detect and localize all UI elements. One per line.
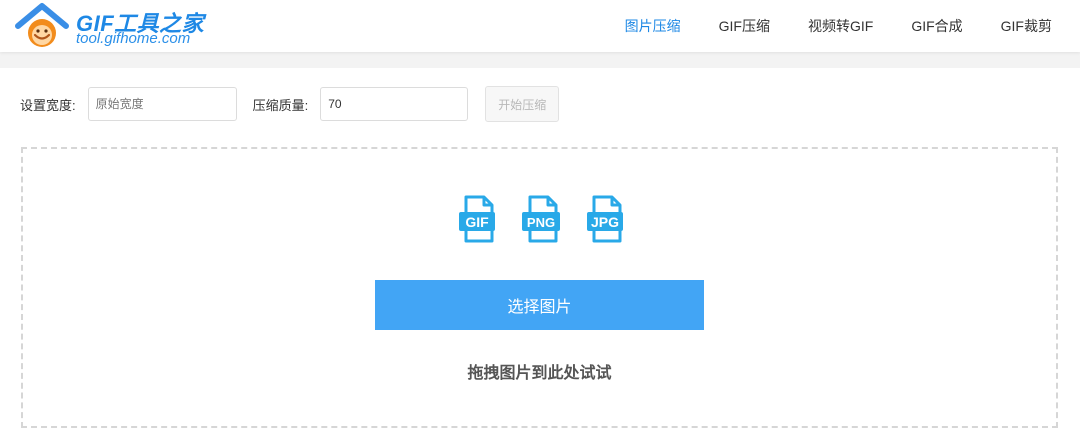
main-nav: 图片压缩 GIF压缩 视频转GIF GIF合成 GIF裁剪 [587,0,1052,52]
house-logo-icon [15,3,69,47]
upload-dropzone[interactable]: GIF PNG JPG 选择图片 拖拽图片到此处试试 [21,147,1058,428]
width-input[interactable] [87,87,237,121]
jpg-file-icon: JPG [587,195,623,243]
site-logo[interactable]: GIF工具之家 tool.gifhome.com [14,2,214,50]
nav-item-gif-compress[interactable]: GIF压缩 [719,16,770,36]
choose-image-button[interactable]: 选择图片 [375,280,704,330]
compress-settings: 设置宽度: 压缩质量: 开始压缩 [20,86,560,122]
quality-input[interactable] [320,87,469,121]
nav-item-gif-crop[interactable]: GIF裁剪 [1001,16,1052,36]
quality-label: 压缩质量: [252,97,309,113]
gif-file-icon: GIF [459,195,495,243]
main-panel: 设置宽度: 压缩质量: 开始压缩 GIF PNG JPG [0,68,1080,444]
png-file-icon: PNG [522,195,560,243]
width-label: 设置宽度: [20,97,76,113]
jpg-file-label: JPG [591,214,619,230]
start-compress-button[interactable]: 开始压缩 [485,86,560,122]
nav-item-image-compress[interactable]: 图片压缩 [625,16,681,36]
file-type-icons: GIF PNG JPG [457,195,627,249]
png-file-label: PNG [527,215,555,230]
drag-drop-hint: 拖拽图片到此处试试 [467,365,612,382]
logo-domain: tool.gifhome.com [76,30,191,47]
nav-item-video-to-gif[interactable]: 视频转GIF [808,16,873,36]
gif-file-label: GIF [465,214,489,230]
header: GIF工具之家 tool.gifhome.com 图片压缩 GIF压缩 视频转G… [0,0,1080,52]
nav-item-gif-merge[interactable]: GIF合成 [911,16,962,36]
